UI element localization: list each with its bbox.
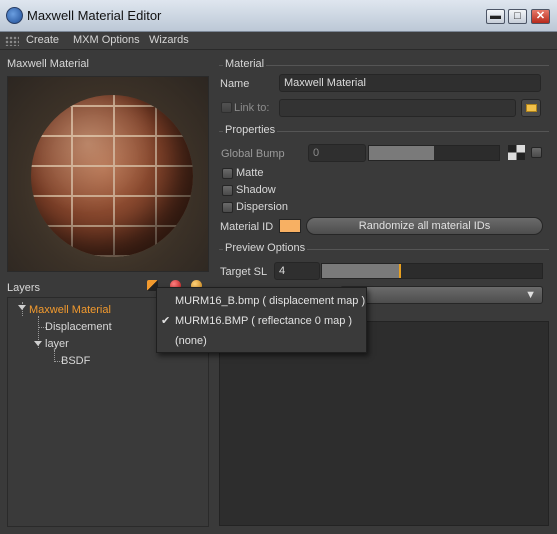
expand-icon[interactable] xyxy=(18,305,26,310)
tree-item-bsdf[interactable]: BSDF xyxy=(61,355,90,367)
menu-item-reflectance-map[interactable]: ✔ MURM16.BMP ( reflectance 0 map ) xyxy=(157,311,366,331)
expand-icon[interactable] xyxy=(34,341,42,346)
preview-label: Maxwell Material xyxy=(7,58,89,70)
layers-label: Layers xyxy=(7,282,41,294)
menu-item-displacement-map[interactable]: MURM16_B.bmp ( displacement map ) xyxy=(157,291,366,311)
name-field[interactable]: Maxwell Material xyxy=(279,74,541,92)
bump-texture-icon[interactable] xyxy=(508,145,525,160)
global-bump-label: Global Bump xyxy=(221,148,285,160)
material-section-title: Material xyxy=(223,58,267,70)
menu-wizards[interactable]: Wizards xyxy=(149,34,189,46)
global-bump-slider-fill xyxy=(369,146,434,160)
shadow-label: Shadow xyxy=(236,184,276,196)
global-bump-spinbox[interactable]: 0 xyxy=(308,144,366,162)
link-to-checkbox[interactable] xyxy=(221,102,232,113)
menu-item-label: MURM16_B.bmp ( displacement map ) xyxy=(175,295,366,307)
properties-section-title: Properties xyxy=(223,124,278,136)
grip-handle-icon[interactable] xyxy=(5,36,19,46)
preview-options-section-header: Preview Options xyxy=(219,242,549,263)
material-preview[interactable] xyxy=(7,76,209,272)
menu-create[interactable]: Create xyxy=(26,34,59,46)
menu-item-label: MURM16.BMP ( reflectance 0 map ) xyxy=(175,315,353,327)
material-id-label: Material ID xyxy=(220,221,274,233)
preview-options-section-title: Preview Options xyxy=(223,242,308,254)
tree-item-layer[interactable]: layer xyxy=(45,338,69,350)
material-id-color-swatch[interactable] xyxy=(279,219,301,233)
open-folder-button[interactable] xyxy=(521,99,541,117)
target-sl-slider[interactable] xyxy=(321,263,543,279)
menu-item-label: (none) xyxy=(175,335,207,347)
randomize-material-ids-button[interactable]: Randomize all material IDs xyxy=(306,217,543,235)
target-sl-marker xyxy=(399,264,401,278)
dispersion-label: Dispersion xyxy=(236,201,288,213)
name-label: Name xyxy=(220,78,250,90)
app-icon[interactable] xyxy=(6,7,23,24)
dispersion-checkbox[interactable] xyxy=(222,202,233,213)
menu-mxm-options[interactable]: MXM Options xyxy=(73,34,140,46)
target-sl-spinbox[interactable]: 4 xyxy=(274,262,320,280)
title-bar: Maxwell Material Editor ▬ □ ✕ xyxy=(0,0,557,32)
close-button[interactable]: ✕ xyxy=(531,9,550,24)
properties-section-header: Properties xyxy=(219,124,549,145)
menu-bar: Create MXM Options Wizards xyxy=(0,32,557,50)
target-sl-slider-fill xyxy=(322,264,399,278)
tree-item-displacement[interactable]: Displacement xyxy=(45,321,112,333)
menu-item-none[interactable]: (none) xyxy=(157,331,366,351)
shadow-checkbox[interactable] xyxy=(222,185,233,196)
chevron-down-icon: ▼ xyxy=(525,289,536,301)
bump-enable-checkbox[interactable] xyxy=(531,147,542,158)
texture-map-dropdown-menu: MURM16_B.bmp ( displacement map ) ✔ MURM… xyxy=(156,287,367,353)
global-bump-slider[interactable] xyxy=(368,145,500,161)
check-icon: ✔ xyxy=(161,315,171,327)
folder-icon xyxy=(525,104,537,112)
preview-sphere xyxy=(31,95,193,257)
maximize-button[interactable]: □ xyxy=(508,9,527,24)
target-sl-label: Target SL xyxy=(220,266,268,278)
matte-label: Matte xyxy=(236,167,264,179)
preview-scene-dropdown[interactable]: ▼ xyxy=(340,286,543,304)
link-to-label: Link to: xyxy=(234,102,270,114)
matte-checkbox[interactable] xyxy=(222,168,233,179)
tree-item-maxwell-material[interactable]: Maxwell Material xyxy=(29,304,111,316)
link-to-field[interactable] xyxy=(279,99,516,117)
minimize-button[interactable]: ▬ xyxy=(486,9,505,24)
window-title: Maxwell Material Editor xyxy=(27,8,162,23)
